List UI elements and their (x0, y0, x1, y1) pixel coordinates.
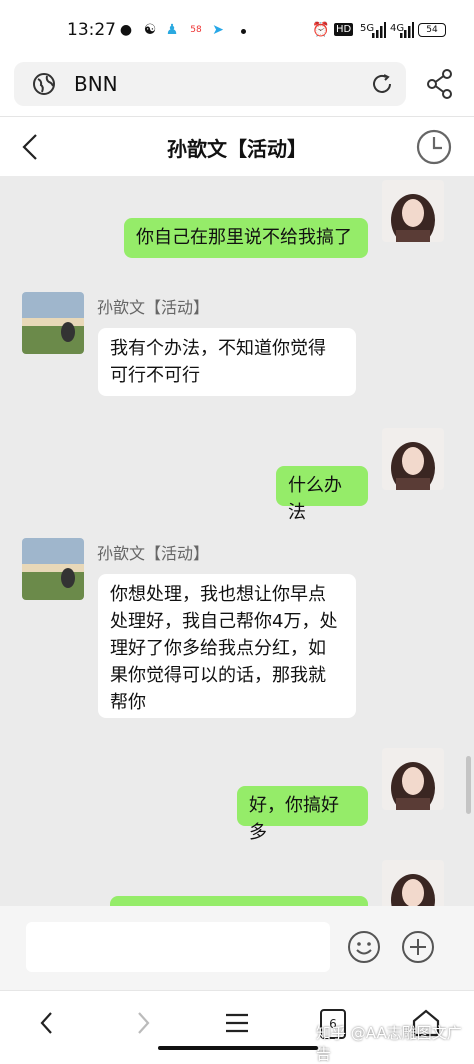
more-notifications-dot (241, 29, 246, 34)
status-time: 13:27 (67, 20, 116, 40)
input-bar (0, 906, 474, 990)
message-line: 果你觉得可以的话，那我就 (110, 665, 326, 686)
chat-title: 孙歆文【活动】 (167, 137, 307, 161)
hd-icon: HD (334, 23, 354, 36)
battery-icon: 54 (418, 23, 446, 37)
address-bar[interactable]: BNN (14, 62, 406, 106)
chat-scrollbar[interactable] (466, 756, 471, 814)
my-avatar[interactable] (382, 428, 444, 490)
chat-header: 孙歆文【活动】 (0, 116, 474, 177)
signal-bars-icon (372, 22, 386, 38)
nav-back-icon[interactable] (28, 1005, 68, 1041)
message-bubble-sent-partial[interactable] (110, 896, 368, 906)
message-text: 你自己在那里说不给我搞了 (136, 227, 352, 248)
my-avatar[interactable] (382, 180, 444, 242)
message-line: 可行不可行 (110, 365, 200, 386)
message-line: 处理好，我自己帮你4万，处 (110, 611, 338, 632)
url-text[interactable]: BNN (74, 72, 118, 96)
home-indicator[interactable] (158, 1046, 318, 1050)
globe-icon (33, 73, 55, 95)
message-line: 你想处理，我也想让你早点 (110, 584, 326, 605)
contact-avatar[interactable] (22, 292, 84, 354)
my-avatar[interactable] (382, 748, 444, 810)
58-app-icon: 58 (190, 25, 202, 35)
emoji-icon[interactable] (346, 929, 382, 965)
signal-bars-2-icon (400, 22, 414, 38)
message-bubble-received[interactable]: 你想处理，我也想让你早点 处理好，我自己帮你4万，处 理好了你多给我点分红，如 … (98, 574, 356, 718)
vpn-icon: ● (119, 22, 133, 38)
refresh-icon[interactable] (370, 72, 394, 96)
alarm-icon: ⏰ (312, 22, 330, 38)
my-avatar[interactable] (382, 860, 444, 906)
status-bar: 13:27 ● ☯ ♟ 58 ➤ ⏰ HD 5G 4G 54 (0, 0, 474, 62)
message-bubble-sent[interactable]: 你自己在那里说不给我搞了 (124, 218, 368, 258)
message-bubble-sent[interactable]: 好，你搞好多 (237, 786, 368, 843)
add-icon[interactable] (400, 929, 436, 965)
chat-area[interactable]: 你自己在那里说不给我搞了 孙歆文【活动】 我有个办法，不知道你觉得 可行不可行 … (0, 176, 474, 906)
menu-icon[interactable] (217, 1005, 257, 1041)
message-input[interactable] (26, 922, 330, 972)
message-bubble-received[interactable]: 我有个办法，不知道你觉得 可行不可行 (98, 328, 356, 396)
send-icon: ➤ (212, 22, 224, 38)
sender-name: 孙歆文【活动】 (97, 544, 210, 563)
message-line: 理好了你多给我点分红，如 (110, 638, 326, 659)
message-text: 好，你搞好多 (249, 795, 339, 843)
app-icon: ☯ (143, 22, 157, 38)
nav-forward-icon[interactable] (122, 1005, 162, 1041)
message-line: 我有个办法，不知道你觉得 (110, 338, 326, 359)
message-text: 什么办法 (288, 475, 342, 523)
message-line: 帮你 (110, 692, 146, 713)
contact-avatar[interactable] (22, 538, 84, 600)
watermark-text: 知乎 @AA志雕图文广告 (316, 1024, 462, 1063)
qq-icon: ♟ (165, 22, 179, 38)
clock-icon[interactable] (414, 127, 454, 167)
message-bubble-sent[interactable]: 什么办法 (276, 466, 368, 523)
sender-name: 孙歆文【活动】 (97, 298, 210, 317)
share-icon[interactable] (420, 64, 460, 104)
